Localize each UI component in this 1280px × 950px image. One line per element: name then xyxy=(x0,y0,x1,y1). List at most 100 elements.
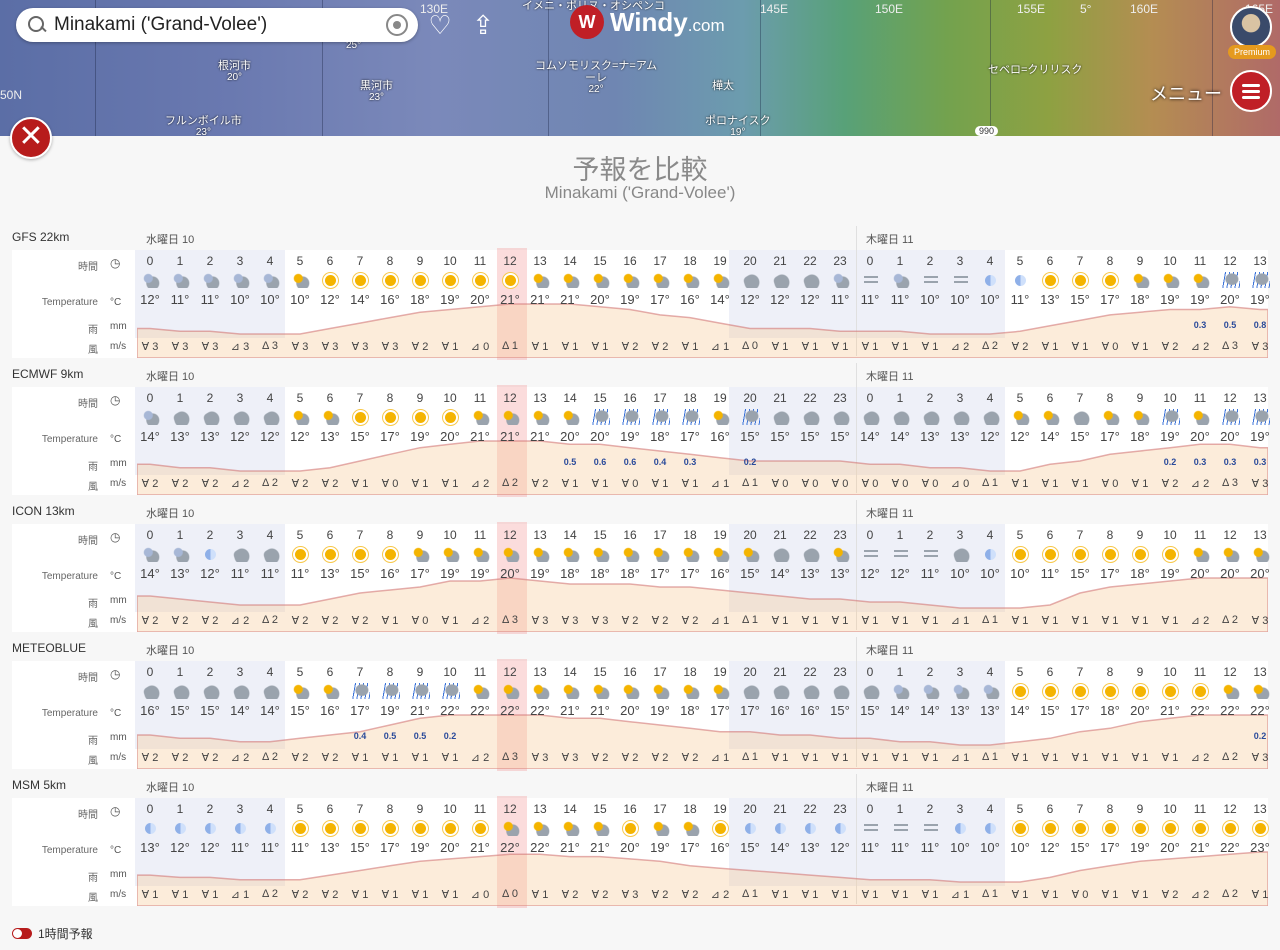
wind-arrow-icon: ∀ xyxy=(561,752,570,764)
weather-icon xyxy=(1195,686,1206,697)
hourly-toggle[interactable]: 1時間予報 xyxy=(12,925,93,942)
windy-logo[interactable]: W Windy.com xyxy=(570,5,725,39)
weather-icon xyxy=(652,409,670,425)
rain-value: 0.2 xyxy=(743,457,757,467)
hour-label: 13 xyxy=(533,528,547,542)
close-button[interactable]: ✕ xyxy=(10,117,52,159)
menu-button[interactable] xyxy=(1230,70,1272,112)
wind-arrow-icon: ⊿ xyxy=(470,752,481,764)
temp-unit: °C xyxy=(110,434,122,445)
hour-column[interactable]: 13 19° 0.8 ∀ 3 xyxy=(1245,250,1275,358)
hour-label: 8 xyxy=(386,254,394,268)
hour-column[interactable]: 13 20° ∀ 3 xyxy=(1245,524,1275,632)
wind-arrow-icon: ∀ xyxy=(411,478,420,490)
weather-icon xyxy=(892,272,910,288)
grid-line xyxy=(1212,0,1213,136)
search-bar[interactable] xyxy=(16,8,418,42)
forecast-grid: 時間 ◷ Temperature °C 雨 mm 風 m/s 0 13° ∀ 1 1 12° ∀ 1 2 12… xyxy=(12,774,1270,908)
hour-label: 12 xyxy=(1223,665,1237,679)
hour-label: 6 xyxy=(326,528,334,542)
wind-arrow-icon: ⊿ xyxy=(1190,341,1201,353)
hour-label: 18 xyxy=(683,528,697,542)
wind-arrow-icon: ∀ xyxy=(591,889,600,901)
wind-arrow-icon: Δ xyxy=(742,751,749,763)
wind-arrow-icon: ∀ xyxy=(351,341,360,353)
wind-arrow-icon: ∀ xyxy=(531,615,540,627)
model-name[interactable]: ECMWF 9km xyxy=(12,367,83,381)
hour-label: 9 xyxy=(1136,802,1144,816)
model-name[interactable]: ICON 13km xyxy=(12,504,75,518)
share-icon[interactable]: ⇪ xyxy=(468,10,498,40)
hour-label: 1 xyxy=(176,802,184,816)
weather-icon xyxy=(592,409,610,425)
wind-arrow-icon: Δ xyxy=(502,614,509,626)
hour-label: 15 xyxy=(593,802,607,816)
weather-icon xyxy=(325,275,336,286)
weather-icon xyxy=(1105,823,1116,834)
wind-arrow-icon: Δ xyxy=(262,340,269,352)
wind-arrow-icon: ∀ xyxy=(801,615,810,627)
hour-label: 0 xyxy=(866,802,874,816)
weather-icon xyxy=(772,683,790,699)
hour-label: 13 xyxy=(533,254,547,268)
avatar[interactable] xyxy=(1230,6,1272,48)
wind-arrow-icon: ∀ xyxy=(1161,341,1170,353)
windy-wordmark: Windy.com xyxy=(610,6,725,37)
weather-icon xyxy=(145,823,156,834)
menu-label[interactable]: メニュー xyxy=(1150,80,1222,106)
hour-column[interactable]: 13 19° 0.3 ∀ 3 xyxy=(1245,387,1275,495)
day-label: 水曜日 10 xyxy=(146,782,195,794)
hour-label: 20 xyxy=(743,802,757,816)
hour-column[interactable]: 13 23° ∀ 1 xyxy=(1245,798,1275,906)
hour-label: 13 xyxy=(1253,802,1267,816)
weather-icon xyxy=(472,683,490,699)
wind-arrow-icon: ∀ xyxy=(651,752,660,764)
temp-unit: °C xyxy=(110,708,122,719)
wind-arrow-icon: ⊿ xyxy=(950,478,961,490)
hour-label: 17 xyxy=(653,802,667,816)
toggle-switch[interactable] xyxy=(12,928,32,939)
temp-value: 23° xyxy=(1250,840,1270,855)
weather-icon xyxy=(475,275,486,286)
weather-icon xyxy=(682,820,700,836)
heart-icon[interactable]: ♡ xyxy=(425,10,455,40)
model-block: ECMWF 9km 水曜日 10 木曜日 11 時間 ◷ Temperature °C 雨 mm… xyxy=(12,363,1280,502)
hour-label: 3 xyxy=(956,528,964,542)
search-input[interactable] xyxy=(54,14,386,36)
weather-icon xyxy=(1015,686,1026,697)
hour-label: 12 xyxy=(1223,802,1237,816)
wind-arrow-icon: Δ xyxy=(982,751,989,763)
model-name[interactable]: MSM 5km xyxy=(12,778,66,792)
wind-arrow-icon: ∀ xyxy=(441,752,450,764)
weather-icon xyxy=(262,546,280,562)
wind-arrow-icon: ⊿ xyxy=(1190,889,1201,901)
hour-label: 21 xyxy=(773,665,787,679)
hour-column[interactable]: 13 22° 0.2 ∀ 3 xyxy=(1245,661,1275,769)
wind-arrow-icon: ∀ xyxy=(141,752,150,764)
weather-icon xyxy=(532,683,550,699)
day-label: 水曜日 10 xyxy=(146,508,195,520)
hour-label: 7 xyxy=(1076,391,1084,405)
hour-label: 3 xyxy=(236,391,244,405)
model-name[interactable]: METEOBLUE xyxy=(12,641,86,655)
locate-icon[interactable] xyxy=(386,14,408,36)
wind-arrow-icon: ∀ xyxy=(201,889,210,901)
hour-label: 4 xyxy=(266,802,274,816)
wind-arrow-icon: ∀ xyxy=(201,341,210,353)
compare-panel: 予報を比較 Minakami ('Grand-Volee') GFS 22km 水… xyxy=(0,136,1280,950)
weather-icon xyxy=(802,409,820,425)
weather-icon xyxy=(1072,409,1090,425)
lon-label: 160E xyxy=(1130,2,1159,16)
weather-icon xyxy=(1075,275,1086,286)
wind-arrow-icon: ∀ xyxy=(591,341,600,353)
hour-label: 19 xyxy=(713,391,727,405)
map-background[interactable]: 130E 145E 150E 155E 160E 165E 5° 50N 25°… xyxy=(0,0,1280,136)
wind-arrow-icon: ⊿ xyxy=(470,341,481,353)
hour-label: 2 xyxy=(926,802,934,816)
wind-unit: m/s xyxy=(110,478,127,489)
model-name[interactable]: GFS 22km xyxy=(12,230,69,244)
hour-label: 21 xyxy=(773,528,787,542)
hour-label: 6 xyxy=(326,391,334,405)
hour-label: 22 xyxy=(803,391,817,405)
weather-icon xyxy=(805,823,816,834)
